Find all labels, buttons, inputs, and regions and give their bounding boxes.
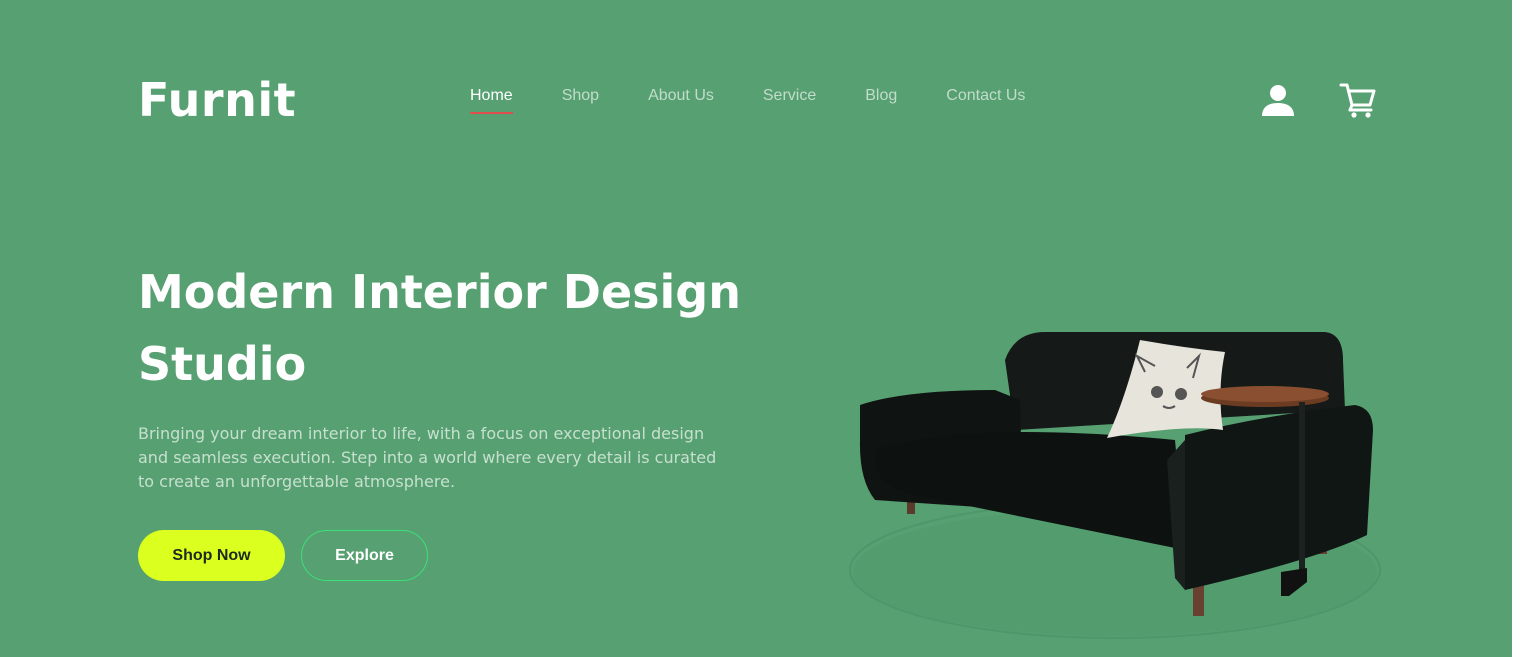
cart-icon[interactable]: [1339, 82, 1377, 118]
nav-item-about-us[interactable]: About Us: [648, 86, 714, 106]
nav-item-shop[interactable]: Shop: [562, 86, 599, 106]
main-nav: Home Shop About Us Service Blog Contact …: [470, 86, 1074, 114]
nav-item-home[interactable]: Home: [470, 86, 513, 114]
hero-title: Modern Interior Design Studio: [138, 265, 741, 391]
landing-page: Furnit Home Shop About Us Service Blog C…: [0, 0, 1512, 657]
nav-item-contact-us[interactable]: Contact Us: [946, 86, 1025, 106]
scrollbar-track: [1512, 0, 1525, 657]
shop-now-button[interactable]: Shop Now: [138, 530, 285, 581]
hero-description: Bringing your dream interior to life, wi…: [138, 424, 717, 491]
nav-item-blog[interactable]: Blog: [865, 86, 897, 106]
nav-item-service[interactable]: Service: [763, 86, 816, 106]
user-icon[interactable]: [1260, 82, 1296, 118]
sofa-image: [845, 320, 1385, 650]
brand-logo[interactable]: Furnit: [138, 70, 296, 130]
explore-button[interactable]: Explore: [301, 530, 428, 581]
